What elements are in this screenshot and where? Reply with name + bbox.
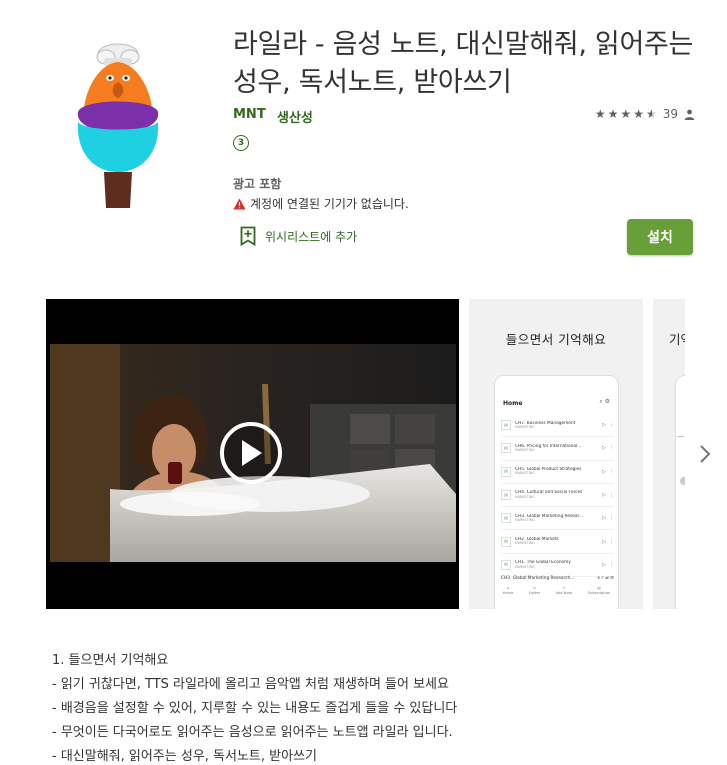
play-icon: ▷: [602, 492, 606, 499]
note-icon: M: [501, 443, 511, 454]
nav-add-note-label: Add Note: [555, 591, 573, 596]
list-item: M CH3. Global Marketing Resear... MARKETI…: [501, 507, 614, 531]
star-icon: ★: [594, 107, 606, 121]
phone-bottom-nav: ⌂ Home ▭ Folder + Add Note ▤ Subscription: [495, 586, 618, 597]
more-icon: ⋮: [609, 468, 614, 475]
list-item-sub: MARKETING: [515, 471, 535, 476]
list-item: M CH2. Global Markets MARKETING ▷ ⋮: [501, 530, 614, 554]
play-icon: ▷: [602, 422, 606, 429]
app-title: 라일라 - 음성 노트, 대신말해줘, 읽어주는 성우, 독서노트, 받아쓰기: [233, 29, 694, 98]
device-warning-text: 계정에 연결된 기기가 없습니다.: [250, 197, 409, 211]
list-item: M CH1. The Global Economy MARKETING ▷ ⋮: [501, 554, 614, 578]
screenshot-2[interactable]: 기억 —: [653, 299, 685, 609]
play-icon: ▷: [602, 515, 606, 522]
rating-summary: ★ ★ ★ ★ ★ 39: [595, 107, 695, 121]
promo-video[interactable]: [46, 299, 459, 609]
install-button[interactable]: 설치: [627, 219, 693, 255]
phone-list: M CH7. Business Management MARKETING ▷ ⋮ M…: [501, 414, 614, 578]
list-item: M CH7. Business Management MARKETING ▷ ⋮: [501, 414, 614, 438]
note-icon: M: [501, 490, 511, 501]
developer-link[interactable]: MNT: [233, 107, 266, 122]
nav-home: ⌂ Home: [503, 586, 514, 597]
note-icon: M: [501, 559, 511, 570]
carousel-next-button[interactable]: [695, 436, 715, 472]
screenshot-caption: 들으면서 기억해요: [505, 332, 607, 347]
description-line: - 무엇이든 다국어로도 읽어주는 음성으로 읽어주는 노트앱 라일라 입니다.: [52, 725, 453, 740]
note-icon: M: [501, 536, 511, 547]
mini-player-title: CH3. Global Marketing Research...: [501, 576, 575, 581]
app-description: 1. 들으면서 기억해요 - 읽기 귀찮다면, TTS 라일라에 올리고 음악앱…: [52, 649, 702, 765]
list-item-sub: MARKETING: [515, 564, 535, 569]
play-icon: ▷: [602, 538, 606, 545]
more-icon: ⋮: [609, 445, 614, 452]
more-icon: ⋮: [609, 422, 614, 429]
list-item-sub: MARKETING: [515, 424, 535, 429]
nav-folder: ▭ Folder: [529, 586, 540, 597]
play-button[interactable]: [220, 422, 282, 484]
more-icon: ⋮: [609, 492, 614, 499]
nav-subscription-label: Subscription: [587, 591, 611, 596]
bookmark-add-icon: [240, 226, 256, 246]
star-icon: ★: [633, 107, 644, 121]
screenshot-1[interactable]: 들으면서 기억해요 Home ⌕ ⚙ M CH7. Business Manag…: [469, 299, 643, 609]
list-item: M CH6. Pricing for International... MARKE…: [501, 437, 614, 461]
wishlist-label: 위시리스트에 추가: [265, 229, 358, 244]
mini-player: CH3. Global Marketing Research... ⏸ ♪ ⇄ …: [501, 576, 614, 581]
play-icon: ▷: [602, 445, 606, 452]
content-rating-badge[interactable]: 3: [233, 135, 249, 151]
note-icon: M: [501, 420, 511, 431]
list-item: M CH4. Cultural and Social Forces MARKETI…: [501, 484, 614, 508]
phone-header: Home: [503, 400, 523, 407]
more-icon: ⋮: [609, 561, 614, 568]
list-item-sub: MARKETING: [515, 541, 535, 546]
nav-home-label: Home: [502, 591, 514, 596]
warning-icon: [233, 198, 246, 209]
description-line: - 대신말해줘, 읽어주는 성우, 독서노트, 받아쓰기: [52, 749, 317, 764]
note-icon: M: [501, 513, 511, 524]
list-item-sub: MARKETING: [515, 448, 535, 453]
nav-add-note: + Add Note: [556, 586, 573, 597]
phone-ui-dot: [680, 477, 685, 485]
list-item-sub: MARKETING: [515, 517, 535, 522]
rating-count: 39: [662, 107, 678, 121]
player-controls-icon: ⏸ ♪ ⇄ ☰: [597, 576, 614, 581]
wishlist-button[interactable]: 위시리스트에 추가: [240, 226, 357, 246]
list-item-sub: MARKETING: [515, 494, 535, 499]
category-link[interactable]: 생산성: [277, 107, 313, 126]
device-warning: 계정에 연결된 기기가 없습니다.: [233, 195, 409, 212]
description-line: - 배경음을 설정할 수 있어, 지루할 수 있는 내용도 즐겁게 들을 수 있…: [52, 701, 458, 716]
nav-folder-label: Folder: [528, 591, 541, 596]
more-icon: ⋮: [609, 515, 614, 522]
play-icon: ▷: [602, 561, 606, 568]
phone-mockup: Home ⌕ ⚙ M CH7. Business Management MARKE…: [494, 375, 619, 609]
star-icon: ★: [620, 107, 632, 121]
note-icon: M: [501, 466, 511, 477]
phone-header-icons: ⌕ ⚙: [599, 398, 610, 405]
meta-row: MNT 생산성 ★ ★ ★ ★ ★ 39: [233, 107, 695, 127]
app-icon: [62, 40, 174, 212]
phone-mockup: [675, 375, 685, 609]
play-icon: [242, 440, 262, 466]
person-icon: [684, 109, 695, 120]
list-item: M CH5. Global Product Strategies MARKETIN…: [501, 461, 614, 484]
chevron-right-icon: [700, 445, 711, 463]
screenshot-caption: 기억: [669, 332, 685, 347]
more-icon: ⋮: [609, 538, 614, 545]
description-line: 1. 들으면서 기억해요: [52, 653, 169, 668]
star-icon: ★: [607, 107, 619, 121]
description-line: - 읽기 귀찮다면, TTS 라일라에 올리고 음악앱 처럼 재생하며 들어 보…: [52, 677, 449, 692]
ads-label: 광고 포함: [233, 177, 282, 191]
play-icon: ▷: [602, 468, 606, 475]
phone-ui-mark: —: [677, 432, 684, 440]
nav-subscription: ▤ Subscription: [588, 586, 610, 597]
half-star-icon: ★: [645, 107, 657, 121]
